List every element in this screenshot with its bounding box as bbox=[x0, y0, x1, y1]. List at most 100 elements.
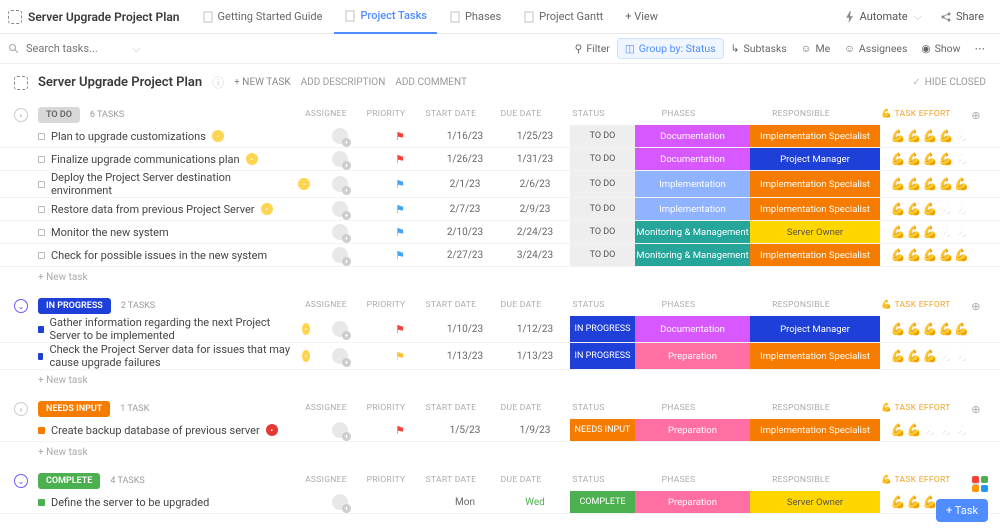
phase-cell[interactable]: Monitoring & Management bbox=[635, 244, 750, 266]
phase-cell[interactable]: Documentation bbox=[635, 148, 750, 170]
new-task-link[interactable]: + New task bbox=[0, 267, 1000, 288]
responsible-cell[interactable]: Implementation Specialist bbox=[750, 419, 880, 441]
me-button[interactable]: ☺Me bbox=[794, 39, 837, 58]
task-row[interactable]: Finalize upgrade communications plan•⚑1/… bbox=[0, 148, 1000, 171]
priority-cell[interactable]: ⚑ bbox=[370, 171, 430, 197]
info-icon[interactable]: ⓘ bbox=[212, 74, 224, 91]
share-button[interactable]: Share bbox=[932, 6, 992, 27]
caret-icon[interactable]: ⌄ bbox=[14, 299, 28, 313]
priority-cell[interactable]: ⚑ bbox=[370, 343, 430, 369]
responsible-cell[interactable]: Server Owner bbox=[750, 491, 880, 513]
responsible-cell[interactable]: Implementation Specialist bbox=[750, 198, 880, 220]
status-badge[interactable]: TO DO bbox=[38, 107, 80, 123]
status-cell[interactable]: TO DO bbox=[570, 244, 635, 266]
status-cell[interactable]: TO DO bbox=[570, 171, 635, 197]
status-cell[interactable]: COMPLETE bbox=[570, 491, 635, 513]
start-date-cell[interactable]: 1/26/23 bbox=[430, 148, 500, 170]
group-by-button[interactable]: ◫Group by: Status bbox=[617, 38, 724, 59]
assignee-cell[interactable] bbox=[310, 221, 370, 243]
add-task-fab[interactable]: + Task bbox=[936, 499, 988, 522]
effort-cell[interactable]: 💪💪💪💪💪 bbox=[880, 343, 980, 369]
effort-cell[interactable]: 💪💪💪💪💪 bbox=[880, 198, 980, 220]
status-cell[interactable]: IN PROGRESS bbox=[570, 316, 635, 342]
assignee-cell[interactable] bbox=[310, 171, 370, 197]
task-name-cell[interactable]: Finalize upgrade communications plan• bbox=[0, 148, 310, 170]
task-row[interactable]: Monitor the new system⚑2/10/232/24/23TO … bbox=[0, 221, 1000, 244]
responsible-cell[interactable]: Server Owner bbox=[750, 221, 880, 243]
phase-cell[interactable]: Preparation bbox=[635, 491, 750, 513]
task-row[interactable]: Restore data from previous Project Serve… bbox=[0, 198, 1000, 221]
status-badge[interactable]: COMPLETE bbox=[38, 473, 100, 489]
chevron-down-icon[interactable]: ⌵ bbox=[132, 42, 140, 56]
add-column-button[interactable]: ⊕ bbox=[966, 300, 986, 313]
effort-cell[interactable]: 💪💪💪💪💪 bbox=[880, 221, 980, 243]
due-date-cell[interactable]: 2/24/23 bbox=[500, 221, 570, 243]
caret-icon[interactable]: › bbox=[14, 108, 28, 122]
add-column-button[interactable]: ⊕ bbox=[966, 109, 986, 122]
tab-project-gantt[interactable]: Project Gantt bbox=[513, 0, 613, 34]
priority-cell[interactable]: ⚑ bbox=[370, 316, 430, 342]
start-date-cell[interactable]: 1/16/23 bbox=[430, 125, 500, 147]
task-row[interactable]: Deploy the Project Server destination en… bbox=[0, 171, 1000, 198]
assignee-cell[interactable] bbox=[310, 125, 370, 147]
task-name-cell[interactable]: Check the Project Server data for issues… bbox=[0, 343, 310, 369]
caret-icon[interactable]: › bbox=[14, 402, 28, 416]
priority-cell[interactable]: ⚑ bbox=[370, 244, 430, 266]
task-name-cell[interactable]: Restore data from previous Project Serve… bbox=[0, 198, 310, 220]
due-date-cell[interactable]: 2/9/23 bbox=[500, 198, 570, 220]
status-cell[interactable]: TO DO bbox=[570, 198, 635, 220]
status-cell[interactable]: IN PROGRESS bbox=[570, 343, 635, 369]
caret-icon[interactable]: ⌄ bbox=[14, 474, 28, 488]
priority-cell[interactable]: ⚑ bbox=[370, 198, 430, 220]
task-row[interactable]: Check for possible issues in the new sys… bbox=[0, 244, 1000, 267]
assignees-button[interactable]: ☺Assignees bbox=[837, 39, 914, 58]
status-cell[interactable]: TO DO bbox=[570, 125, 635, 147]
phase-cell[interactable]: Documentation bbox=[635, 125, 750, 147]
start-date-cell[interactable]: 1/5/23 bbox=[430, 419, 500, 441]
add-description-button[interactable]: ADD DESCRIPTION bbox=[301, 77, 386, 88]
phase-cell[interactable]: Preparation bbox=[635, 343, 750, 369]
effort-cell[interactable]: 💪💪💪💪💪 bbox=[880, 125, 980, 147]
tab-project-tasks[interactable]: Project Tasks bbox=[334, 0, 437, 34]
due-date-cell[interactable]: Wed bbox=[500, 491, 570, 513]
new-task-link[interactable]: + New task bbox=[0, 442, 1000, 463]
new-task-link[interactable]: + New task bbox=[0, 370, 1000, 391]
phase-cell[interactable]: Preparation bbox=[635, 419, 750, 441]
responsible-cell[interactable]: Implementation Specialist bbox=[750, 171, 880, 197]
start-date-cell[interactable]: 2/27/23 bbox=[430, 244, 500, 266]
due-date-cell[interactable]: 1/25/23 bbox=[500, 125, 570, 147]
filter-button[interactable]: ⚲Filter bbox=[568, 39, 617, 58]
task-name-cell[interactable]: Deploy the Project Server destination en… bbox=[0, 171, 310, 197]
phase-cell[interactable]: Monitoring & Management bbox=[635, 221, 750, 243]
task-name-cell[interactable]: Plan to upgrade customizations• bbox=[0, 125, 310, 147]
show-button[interactable]: ◉Show bbox=[914, 39, 967, 58]
start-date-cell[interactable]: 2/7/23 bbox=[430, 198, 500, 220]
task-row[interactable]: Gather information regarding the next Pr… bbox=[0, 316, 1000, 343]
task-name-cell[interactable]: Monitor the new system bbox=[0, 221, 310, 243]
responsible-cell[interactable]: Implementation Specialist bbox=[750, 343, 880, 369]
task-row[interactable]: Define the server to be upgraded MonWedCO… bbox=[0, 491, 1000, 514]
priority-cell[interactable] bbox=[370, 491, 430, 513]
start-date-cell[interactable]: Mon bbox=[430, 491, 500, 513]
task-name-cell[interactable]: Check for possible issues in the new sys… bbox=[0, 244, 310, 266]
task-row[interactable]: Check the Project Server data for issues… bbox=[0, 343, 1000, 370]
priority-cell[interactable]: ⚑ bbox=[370, 419, 430, 441]
responsible-cell[interactable]: Implementation Specialist bbox=[750, 244, 880, 266]
status-cell[interactable]: TO DO bbox=[570, 221, 635, 243]
apps-grid-icon[interactable] bbox=[972, 476, 988, 492]
assignee-cell[interactable] bbox=[310, 491, 370, 513]
new-task-button[interactable]: + NEW TASK bbox=[234, 77, 290, 88]
tab-getting-started-guide[interactable]: Getting Started Guide bbox=[192, 0, 333, 34]
assignee-cell[interactable] bbox=[310, 343, 370, 369]
phase-cell[interactable]: Implementation bbox=[635, 171, 750, 197]
task-name-cell[interactable]: Gather information regarding the next Pr… bbox=[0, 316, 310, 342]
due-date-cell[interactable]: 1/13/23 bbox=[500, 343, 570, 369]
effort-cell[interactable]: 💪💪💪💪💪 bbox=[880, 316, 980, 342]
task-name-cell[interactable]: Define the server to be upgraded bbox=[0, 491, 310, 513]
hide-closed-button[interactable]: ✓HIDE CLOSED bbox=[912, 77, 986, 88]
effort-cell[interactable]: 💪💪💪💪💪 bbox=[880, 244, 980, 266]
automate-button[interactable]: Automate ⌵ bbox=[836, 6, 930, 28]
responsible-cell[interactable]: Implementation Specialist bbox=[750, 125, 880, 147]
search-input[interactable] bbox=[26, 42, 126, 55]
search-box[interactable]: ⌵ bbox=[8, 42, 568, 56]
